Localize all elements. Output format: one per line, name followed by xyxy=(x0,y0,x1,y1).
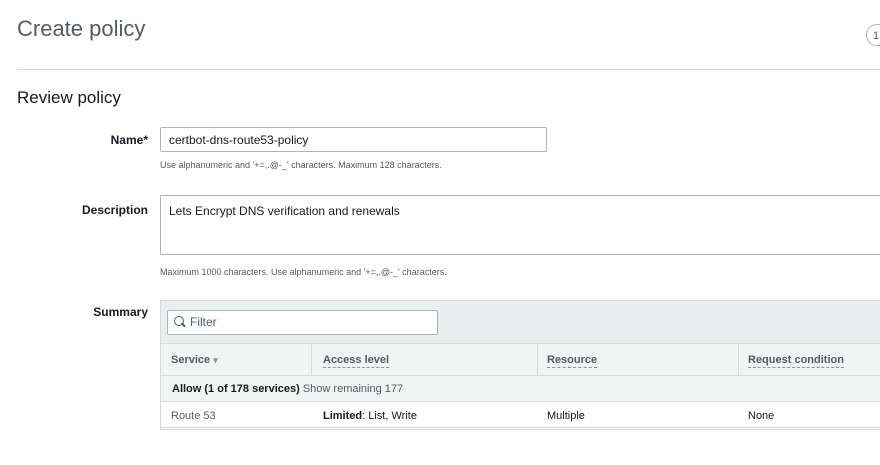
page-title: Create policy xyxy=(17,16,146,41)
description-label: Description xyxy=(81,203,148,217)
show-remaining-link[interactable]: Show remaining 177 xyxy=(303,383,403,395)
column-separator xyxy=(311,343,312,376)
column-header-service[interactable]: Service ▾ xyxy=(171,354,218,366)
name-label: Name* xyxy=(110,133,148,147)
section-title: Review policy xyxy=(17,88,121,107)
name-hint: Use alphanumeric and '+=,.@-_' character… xyxy=(160,160,442,170)
group-label: Allow (1 of 178 services) Show remaining… xyxy=(172,383,404,395)
name-input[interactable]: certbot-dns-route53-policy xyxy=(160,127,547,152)
summary-label: Summary xyxy=(93,305,148,319)
filter-input[interactable]: Filter xyxy=(167,310,438,335)
column-header-resource[interactable]: Resource xyxy=(547,354,598,368)
access-level-cell: Limited: List, Write xyxy=(323,410,417,422)
request-condition-cell: None xyxy=(748,410,775,422)
title-divider xyxy=(17,69,880,70)
column-header-request-condition[interactable]: Request condition xyxy=(748,354,844,368)
column-header-access-level[interactable]: Access level xyxy=(323,354,390,368)
column-separator xyxy=(537,343,538,376)
column-separator xyxy=(738,343,739,376)
description-hint: Maximum 1000 characters. Use alphanumeri… xyxy=(160,267,447,277)
service-cell[interactable]: Route 53 xyxy=(171,410,216,422)
description-textarea[interactable]: Lets Encrypt DNS verification and renewa… xyxy=(160,195,880,255)
step-indicator: 1 xyxy=(866,24,880,46)
resource-cell: Multiple xyxy=(547,410,585,422)
sort-icon: ▾ xyxy=(213,355,218,365)
